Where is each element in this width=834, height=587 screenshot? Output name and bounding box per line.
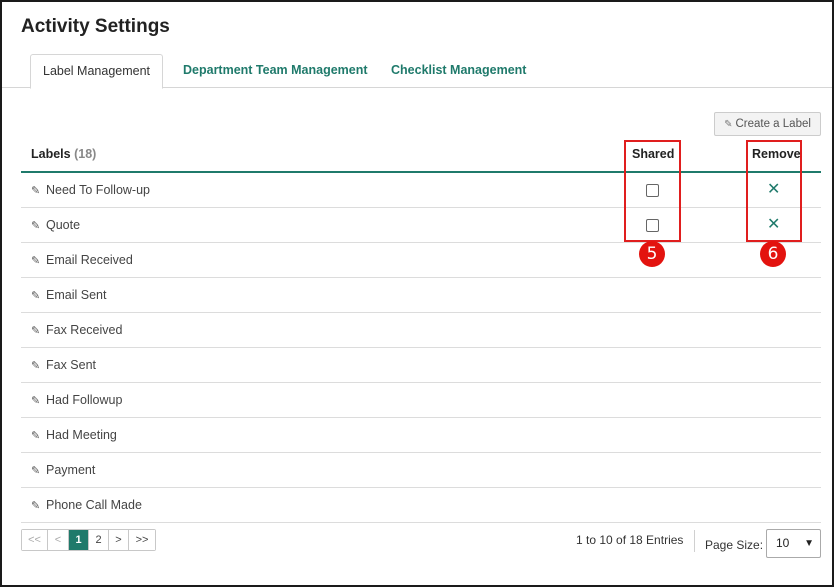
row-label[interactable]: Quote	[46, 218, 80, 232]
table-row: ✎ Need To Follow-up ✕	[21, 173, 821, 208]
table-header: Labels (18) Shared Remove	[21, 140, 821, 173]
table-row: ✎ Quote ✕	[21, 208, 821, 243]
next-page-button[interactable]: >	[109, 530, 129, 550]
tag-icon: ✎	[31, 220, 41, 232]
last-page-button[interactable]: >>	[129, 530, 155, 550]
row-label[interactable]: Phone Call Made	[46, 498, 142, 512]
table-row: ✎ Fax Sent	[21, 348, 821, 383]
table-row: ✎ Phone Call Made	[21, 488, 821, 523]
tab-department-team-management[interactable]: Department Team Management	[183, 54, 368, 88]
create-label-button[interactable]: ✎ Create a Label	[714, 112, 821, 136]
tab-label-management[interactable]: Label Management	[30, 54, 164, 89]
row-label[interactable]: Need To Follow-up	[46, 183, 150, 197]
prev-page-button[interactable]: <	[48, 530, 69, 550]
tab-bar: Label Management Department Team Managem…	[2, 54, 832, 89]
tag-icon: ✎	[31, 395, 41, 407]
tag-icon: ✎	[31, 465, 41, 477]
row-label[interactable]: Email Received	[46, 253, 133, 267]
first-page-button[interactable]: <<	[22, 530, 48, 550]
row-label[interactable]: Fax Sent	[46, 358, 96, 372]
table-row: ✎ Had Meeting	[21, 418, 821, 453]
tab-checklist-management[interactable]: Checklist Management	[391, 54, 526, 88]
pagination: << < 1 2 > >>	[21, 529, 156, 551]
tag-icon: ✎	[31, 360, 41, 372]
create-label-text: Create a Label	[735, 118, 811, 130]
tag-icon: ✎	[31, 500, 41, 512]
labels-table-body: ✎ Need To Follow-up ✕ ✎ Quote ✕ ✎ Email …	[21, 173, 821, 523]
tag-icon: ✎	[31, 430, 41, 442]
chevron-down-icon: ▼	[804, 538, 814, 549]
annotation-badge-5: 5	[639, 241, 665, 267]
page-title: Activity Settings	[21, 16, 170, 37]
page-size-select[interactable]: 10 ▼	[766, 529, 821, 558]
page-size-label: Page Size:	[705, 538, 764, 552]
table-row: ✎ Fax Received	[21, 313, 821, 348]
page-1-button[interactable]: 1	[69, 530, 89, 550]
tag-icon: ✎	[31, 255, 41, 267]
labels-count: (18)	[74, 147, 97, 161]
row-label[interactable]: Fax Received	[46, 323, 122, 337]
pencil-icon: ✎	[724, 119, 733, 130]
annotation-badge-6: 6	[760, 241, 786, 267]
tag-icon: ✎	[31, 185, 41, 197]
row-label[interactable]: Email Sent	[46, 288, 106, 302]
page-size-value: 10	[776, 536, 790, 550]
tag-icon: ✎	[31, 325, 41, 337]
page-2-button[interactable]: 2	[89, 530, 109, 550]
labels-column-header: Labels (18)	[31, 147, 96, 161]
row-label[interactable]: Payment	[46, 463, 95, 477]
shared-column-highlight	[624, 140, 681, 242]
table-row: ✎ Had Followup	[21, 383, 821, 418]
labels-header-text: Labels	[31, 147, 71, 161]
row-label[interactable]: Had Meeting	[46, 428, 117, 442]
table-row: ✎ Email Received	[21, 243, 821, 278]
divider	[694, 530, 695, 552]
tag-icon: ✎	[31, 290, 41, 302]
table-row: ✎ Email Sent	[21, 278, 821, 313]
remove-column-highlight	[746, 140, 802, 242]
row-label[interactable]: Had Followup	[46, 393, 122, 407]
table-row: ✎ Payment	[21, 453, 821, 488]
entries-summary: 1 to 10 of 18 Entries	[576, 533, 684, 547]
